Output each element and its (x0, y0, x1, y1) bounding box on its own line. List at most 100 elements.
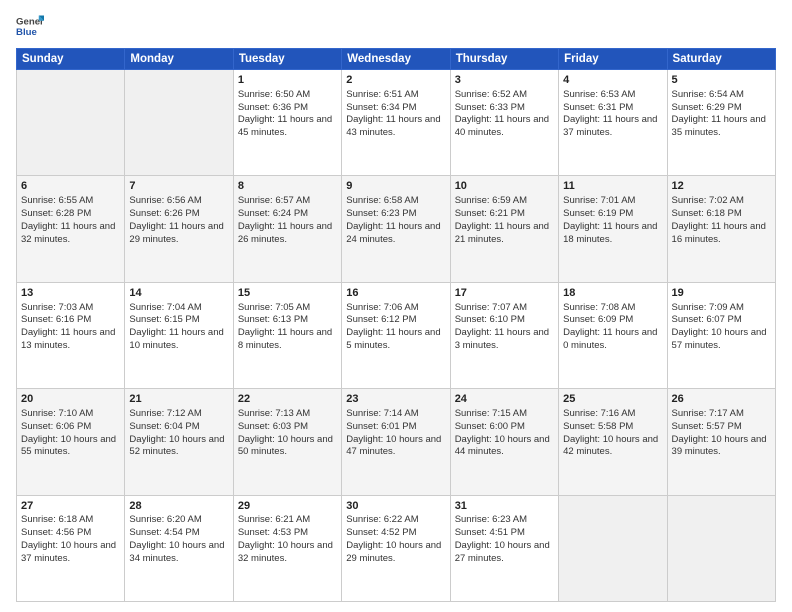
calendar-week-row: 27Sunrise: 6:18 AMSunset: 4:56 PMDayligh… (17, 495, 776, 601)
day-number: 31 (455, 499, 554, 514)
calendar-cell: 2Sunrise: 6:51 AMSunset: 6:34 PMDaylight… (342, 70, 450, 176)
calendar-cell: 4Sunrise: 6:53 AMSunset: 6:31 PMDaylight… (559, 70, 667, 176)
sunrise-text: Sunrise: 6:21 AM (238, 514, 337, 527)
day-number: 25 (563, 392, 662, 407)
day-number: 4 (563, 73, 662, 88)
calendar-cell: 8Sunrise: 6:57 AMSunset: 6:24 PMDaylight… (233, 176, 341, 282)
sunset-text: Sunset: 6:06 PM (21, 421, 120, 434)
sunset-text: Sunset: 6:19 PM (563, 208, 662, 221)
sunrise-text: Sunrise: 6:54 AM (672, 89, 771, 102)
day-number: 19 (672, 286, 771, 301)
sunrise-text: Sunrise: 7:17 AM (672, 408, 771, 421)
sunrise-text: Sunrise: 6:59 AM (455, 195, 554, 208)
sunset-text: Sunset: 5:58 PM (563, 421, 662, 434)
day-number: 17 (455, 286, 554, 301)
day-number: 9 (346, 179, 445, 194)
calendar-cell: 25Sunrise: 7:16 AMSunset: 5:58 PMDayligh… (559, 389, 667, 495)
daylight-text: Daylight: 11 hours and 18 minutes. (563, 221, 662, 247)
calendar-cell: 29Sunrise: 6:21 AMSunset: 4:53 PMDayligh… (233, 495, 341, 601)
sunrise-text: Sunrise: 7:10 AM (21, 408, 120, 421)
day-number: 24 (455, 392, 554, 407)
calendar-cell: 27Sunrise: 6:18 AMSunset: 4:56 PMDayligh… (17, 495, 125, 601)
sunrise-text: Sunrise: 6:55 AM (21, 195, 120, 208)
daylight-text: Daylight: 11 hours and 5 minutes. (346, 327, 445, 353)
sunset-text: Sunset: 4:54 PM (129, 527, 228, 540)
sunset-text: Sunset: 6:00 PM (455, 421, 554, 434)
calendar-week-row: 1Sunrise: 6:50 AMSunset: 6:36 PM Daylight… (17, 70, 776, 176)
sunset-text: Sunset: 6:29 PM (672, 102, 771, 115)
sunrise-text: Sunrise: 6:57 AM (238, 195, 337, 208)
daylight-text: Daylight: 10 hours and 42 minutes. (563, 434, 662, 460)
day-number: 2 (346, 73, 445, 88)
sunset-text: Sunset: 6:21 PM (455, 208, 554, 221)
day-number: 1 (238, 73, 337, 88)
day-number: 8 (238, 179, 337, 194)
sunset-text: Sunset: 6:01 PM (346, 421, 445, 434)
daylight-text: Daylight: 11 hours and 8 minutes. (238, 327, 337, 353)
day-number: 13 (21, 286, 120, 301)
daylight-text: Daylight: 10 hours and 37 minutes. (21, 540, 120, 566)
daylight-text: Daylight: 10 hours and 32 minutes. (238, 540, 337, 566)
day-number: 6 (21, 179, 120, 194)
sunset-text: Sunset: 6:15 PM (129, 314, 228, 327)
weekday-header-tuesday: Tuesday (233, 49, 341, 70)
daylight-text: Daylight: 11 hours and 40 minutes. (455, 114, 554, 140)
sunset-text: Sunset: 6:31 PM (563, 102, 662, 115)
day-number: 3 (455, 73, 554, 88)
sunrise-text: Sunrise: 7:09 AM (672, 302, 771, 315)
weekday-header-friday: Friday (559, 49, 667, 70)
daylight-text: Daylight: 11 hours and 35 minutes. (672, 114, 771, 140)
daylight-text: Daylight: 11 hours and 3 minutes. (455, 327, 554, 353)
daylight-text: Daylight: 11 hours and 37 minutes. (563, 114, 662, 140)
calendar-cell: 30Sunrise: 6:22 AMSunset: 4:52 PMDayligh… (342, 495, 450, 601)
day-number: 21 (129, 392, 228, 407)
calendar-cell (559, 495, 667, 601)
sunrise-text: Sunrise: 7:01 AM (563, 195, 662, 208)
daylight-text: Daylight: 10 hours and 52 minutes. (129, 434, 228, 460)
sunrise-text: Sunrise: 7:04 AM (129, 302, 228, 315)
sunrise-text: Sunrise: 6:22 AM (346, 514, 445, 527)
calendar-cell: 31Sunrise: 6:23 AMSunset: 4:51 PMDayligh… (450, 495, 558, 601)
sunrise-text: Sunrise: 7:15 AM (455, 408, 554, 421)
calendar-cell: 1Sunrise: 6:50 AMSunset: 6:36 PMDaylight… (233, 70, 341, 176)
sunset-text: Sunset: 6:34 PM (346, 102, 445, 115)
sunrise-text: Sunrise: 7:02 AM (672, 195, 771, 208)
logo-icon: General Blue (16, 12, 44, 40)
sunset-text: Sunset: 6:10 PM (455, 314, 554, 327)
sunset-text: Sunset: 6:03 PM (238, 421, 337, 434)
day-number: 10 (455, 179, 554, 194)
calendar-cell: 24Sunrise: 7:15 AMSunset: 6:00 PMDayligh… (450, 389, 558, 495)
daylight-text: Daylight: 11 hours and 32 minutes. (21, 221, 120, 247)
daylight-text: Daylight: 10 hours and 29 minutes. (346, 540, 445, 566)
sunrise-text: Sunrise: 7:08 AM (563, 302, 662, 315)
weekday-header-thursday: Thursday (450, 49, 558, 70)
sunrise-text: Sunrise: 6:23 AM (455, 514, 554, 527)
sunset-text: Sunset: 6:36 PM (238, 102, 337, 115)
calendar-cell: 20Sunrise: 7:10 AMSunset: 6:06 PMDayligh… (17, 389, 125, 495)
day-number: 23 (346, 392, 445, 407)
sunrise-text: Sunrise: 7:14 AM (346, 408, 445, 421)
day-number: 18 (563, 286, 662, 301)
sunrise-text: Sunrise: 6:50 AM (238, 89, 337, 102)
sunset-text: Sunset: 6:09 PM (563, 314, 662, 327)
day-number: 14 (129, 286, 228, 301)
calendar-cell (667, 495, 775, 601)
sunrise-text: Sunrise: 7:07 AM (455, 302, 554, 315)
calendar-cell: 23Sunrise: 7:14 AMSunset: 6:01 PMDayligh… (342, 389, 450, 495)
sunrise-text: Sunrise: 7:16 AM (563, 408, 662, 421)
daylight-text: Daylight: 10 hours and 57 minutes. (672, 327, 771, 353)
sunset-text: Sunset: 6:26 PM (129, 208, 228, 221)
calendar-cell: 19Sunrise: 7:09 AMSunset: 6:07 PMDayligh… (667, 282, 775, 388)
sunset-text: Sunset: 6:28 PM (21, 208, 120, 221)
weekday-header-monday: Monday (125, 49, 233, 70)
sunrise-text: Sunrise: 6:56 AM (129, 195, 228, 208)
daylight-text: Daylight: 10 hours and 47 minutes. (346, 434, 445, 460)
calendar-cell: 15Sunrise: 7:05 AMSunset: 6:13 PMDayligh… (233, 282, 341, 388)
calendar-week-row: 6Sunrise: 6:55 AMSunset: 6:28 PMDaylight… (17, 176, 776, 282)
header: General Blue (16, 12, 776, 40)
day-number: 16 (346, 286, 445, 301)
calendar-cell: 26Sunrise: 7:17 AMSunset: 5:57 PMDayligh… (667, 389, 775, 495)
calendar-cell: 9Sunrise: 6:58 AMSunset: 6:23 PMDaylight… (342, 176, 450, 282)
sunrise-text: Sunrise: 6:51 AM (346, 89, 445, 102)
daylight-text: Daylight: 11 hours and 29 minutes. (129, 221, 228, 247)
